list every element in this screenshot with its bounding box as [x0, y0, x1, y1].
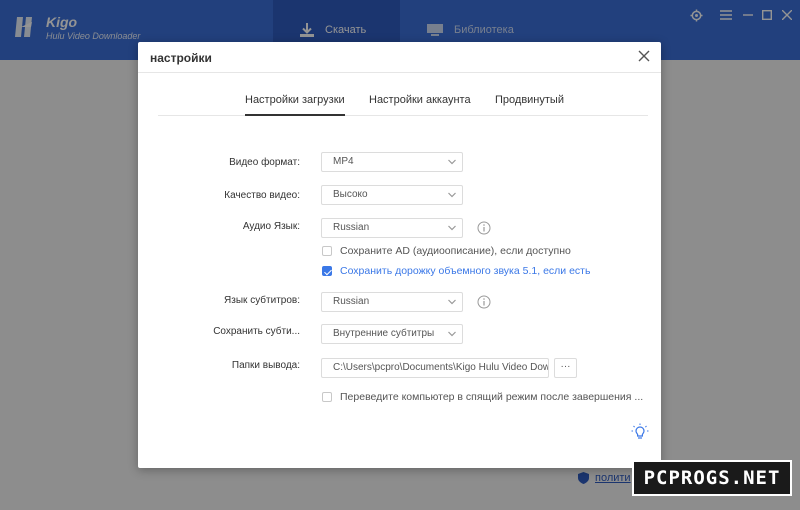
chevron-down-icon [448, 225, 456, 231]
output-folder-label: Папки вывода: [231, 360, 300, 371]
watermark: PCPROGS.NET [632, 460, 792, 496]
browse-folder-button[interactable]: ··· [554, 358, 577, 378]
save-subtitles-label: Сохранить субти... [213, 326, 300, 337]
checkbox-box[interactable] [322, 266, 332, 276]
video-quality-value: Высоко [333, 189, 368, 200]
save-ad-checkbox[interactable]: Сохраните AD (аудиоописание), если досту… [322, 245, 571, 257]
subtitle-language-value: Russian [333, 296, 370, 307]
info-icon[interactable] [477, 221, 491, 235]
video-quality-select[interactable]: Высоко [321, 185, 463, 205]
save-subtitles-value: Внутренние субтитры [333, 328, 435, 339]
info-icon[interactable] [477, 295, 491, 309]
checkbox-box[interactable] [322, 246, 332, 256]
sleep-after-checkbox[interactable]: Переведите компьютер в спящий режим посл… [322, 391, 643, 403]
save-surround-checkbox[interactable]: Сохранить дорожку объемного звука 5.1, е… [322, 265, 590, 277]
checkbox-box[interactable] [322, 392, 332, 402]
chevron-down-icon [448, 331, 456, 337]
chevron-down-icon [448, 192, 456, 198]
subtitle-language-select[interactable]: Russian [321, 292, 463, 312]
tab-advanced[interactable]: Продвинутый [495, 94, 564, 116]
dialog-title: настройки [150, 51, 212, 65]
tab-download-settings[interactable]: Настройки загрузки [245, 94, 345, 116]
output-folder-input[interactable]: C:\Users\pcpro\Documents\Kigo Hulu Video… [321, 358, 549, 378]
tab-account-settings[interactable]: Настройки аккаунта [369, 94, 471, 116]
dialog-divider [138, 72, 661, 73]
video-format-label: Видео формат: [229, 157, 300, 168]
subtitle-language-label: Язык субтитров: [224, 295, 300, 306]
save-subtitles-select[interactable]: Внутренние субтитры [321, 324, 463, 344]
video-format-select[interactable]: MP4 [321, 152, 463, 172]
audio-language-value: Russian [333, 222, 370, 233]
chevron-down-icon [448, 159, 456, 165]
close-icon[interactable] [637, 49, 651, 63]
settings-tabs: Настройки загрузки Настройки аккаунта Пр… [158, 94, 648, 116]
settings-dialog: настройки Настройки загрузки Настройки а… [138, 42, 661, 468]
audio-language-label: Аудио Язык: [242, 221, 300, 232]
save-ad-label: Сохраните AD (аудиоописание), если досту… [340, 245, 571, 257]
sleep-after-label: Переведите компьютер в спящий режим посл… [340, 391, 644, 403]
audio-language-select[interactable]: Russian [321, 218, 463, 238]
lightbulb-icon[interactable] [631, 423, 649, 441]
chevron-down-icon [448, 299, 456, 305]
video-format-value: MP4 [333, 156, 354, 167]
save-surround-label: Сохранить дорожку объемного звука 5.1, е… [340, 265, 591, 277]
video-quality-label: Качество видео: [224, 190, 300, 201]
